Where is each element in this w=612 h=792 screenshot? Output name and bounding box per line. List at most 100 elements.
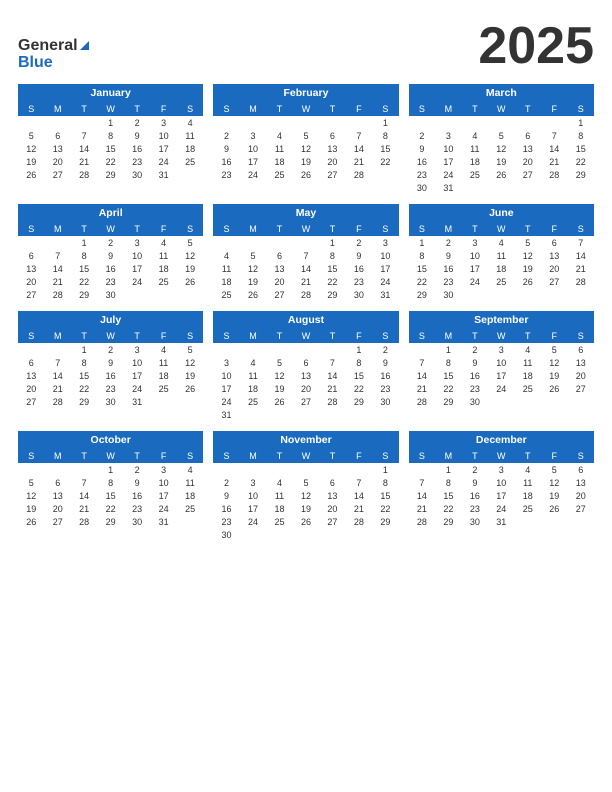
day-cell: 23 [346,275,372,288]
day-cell: 23 [124,155,150,168]
day-cell: 16 [346,262,372,275]
day-cell: 1 [71,343,97,356]
day-cell: 27 [515,168,541,181]
day-cell: 27 [18,395,44,408]
day-cell: 10 [488,476,514,489]
day-cell: 20 [44,502,70,515]
day-header: T [71,222,97,236]
day-cell: 18 [150,369,176,382]
day-cell: 27 [44,515,70,528]
day-header: F [541,329,567,343]
day-cell [150,288,176,301]
day-cell: 7 [346,129,372,142]
day-cell: 22 [71,382,97,395]
day-header: S [409,102,435,116]
day-cell: 21 [293,275,319,288]
day-cell: 1 [435,343,461,356]
day-cell: 8 [71,249,97,262]
day-cell [319,116,345,129]
day-cell: 14 [346,489,372,502]
day-cell: 1 [319,236,345,249]
day-cell: 27 [319,168,345,181]
day-cell [515,288,541,301]
day-cell: 7 [319,356,345,369]
day-cell [462,116,488,129]
day-cell: 26 [240,288,266,301]
day-cell: 3 [150,463,176,476]
month-header-august: August [213,311,398,329]
day-cell: 16 [435,262,461,275]
day-header: M [44,329,70,343]
day-cell: 15 [346,369,372,382]
day-cell: 16 [462,369,488,382]
month-header-december: December [409,431,594,449]
day-cell: 28 [541,168,567,181]
day-cell: 9 [409,142,435,155]
day-header: M [240,222,266,236]
day-cell: 14 [319,369,345,382]
day-cell: 23 [435,275,461,288]
day-cell: 17 [124,262,150,275]
day-header: T [515,102,541,116]
day-cell: 29 [567,168,594,181]
day-cell [346,408,372,421]
month-header-november: November [213,431,398,449]
day-cell: 7 [567,236,594,249]
day-cell: 26 [266,395,292,408]
day-cell: 8 [409,249,435,262]
day-header: F [346,222,372,236]
day-cell: 24 [124,275,150,288]
day-cell: 27 [319,515,345,528]
day-cell [372,168,399,181]
day-cell: 21 [71,155,97,168]
day-cell: 8 [372,476,399,489]
day-cell: 29 [346,395,372,408]
month-august: AugustSMTWTFS123456789101112131415161718… [213,311,398,421]
day-cell: 31 [150,168,176,181]
day-cell [240,463,266,476]
day-cell [18,116,44,129]
day-cell: 3 [150,116,176,129]
day-cell [488,288,514,301]
day-header: F [346,449,372,463]
day-cell [409,463,435,476]
day-cell: 19 [18,155,44,168]
day-cell: 22 [409,275,435,288]
day-cell [372,528,399,541]
day-cell: 11 [462,142,488,155]
day-cell [266,528,292,541]
day-cell: 25 [266,515,292,528]
month-table-may: SMTWTFS123456789101112131415161718192021… [213,222,398,301]
day-cell: 3 [124,343,150,356]
day-cell: 20 [541,262,567,275]
day-cell: 24 [372,275,399,288]
day-header: S [372,449,399,463]
day-cell: 7 [409,356,435,369]
day-cell: 12 [177,249,204,262]
day-cell: 10 [124,249,150,262]
day-cell: 26 [515,275,541,288]
day-cell: 19 [293,502,319,515]
day-cell: 13 [567,476,594,489]
day-cell: 8 [435,356,461,369]
day-header: S [409,449,435,463]
day-cell: 11 [488,249,514,262]
day-header: W [488,222,514,236]
day-header: S [409,222,435,236]
day-cell: 21 [346,155,372,168]
day-cell [124,288,150,301]
month-november: NovemberSMTWTFS1234567891011121314151617… [213,431,398,541]
day-cell: 4 [266,129,292,142]
day-cell: 10 [150,476,176,489]
month-july: JulySMTWTFS12345678910111213141516171819… [18,311,203,421]
month-june: JuneSMTWTFS12345678910111213141516171819… [409,204,594,301]
day-cell [567,288,594,301]
day-cell: 26 [488,168,514,181]
day-cell: 7 [71,476,97,489]
day-cell [71,463,97,476]
day-cell: 4 [150,343,176,356]
day-cell: 4 [177,116,204,129]
day-header: F [150,329,176,343]
day-cell: 25 [150,382,176,395]
day-cell: 20 [567,369,594,382]
